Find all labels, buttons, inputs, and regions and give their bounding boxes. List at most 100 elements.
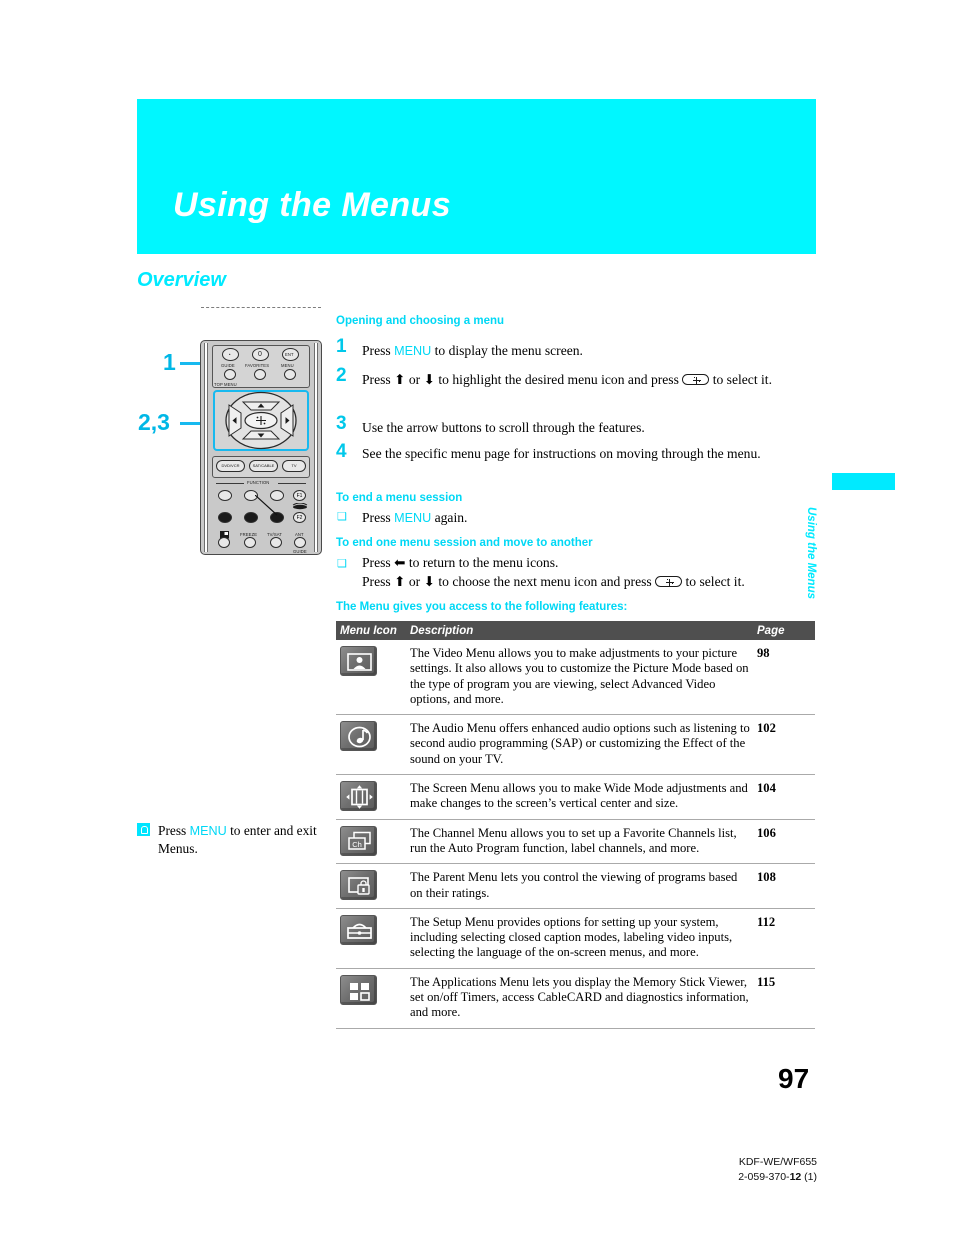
audio-menu-icon [340,721,377,752]
table-cell-description: The Setup Menu provides options for sett… [410,914,733,960]
remote-f2-button: F2 [293,512,306,523]
remote-guide-label: GUIDE [221,363,235,368]
footer-doc-bold: 12 [789,1171,802,1183]
remote-pointer-line [255,495,278,516]
features-table: Menu Icon Description Page The Video Men… [336,621,815,1029]
remote-menu-button [284,369,296,380]
remote-pip-button [218,537,230,548]
move-line2-pre: Press ⬆ or ⬇ to choose the next menu ico… [362,574,656,589]
tip-keyword: MENU [189,824,227,838]
setup-menu-icon [340,914,377,945]
end-session-keyword: MENU [394,511,432,525]
table-cell-icon [336,781,410,812]
table-row: The Setup Menu provides options for sett… [336,909,815,969]
lightbulb-icon [137,823,150,836]
step-number-3: 3 [336,413,347,434]
remote-sat-cable-button: SAT/CABLE [249,460,278,472]
table-cell-icon [336,870,410,901]
remote-control-illustration: • 0 ENT GUIDE FAVORITES MENU TOP MENU DV… [200,340,322,555]
remote-ent-label: ENT [285,352,294,357]
remote-dvd-vcr-button: DVD/VCR [216,460,245,472]
remote-dpad-graphic [225,391,297,450]
end-session-post: again. [431,510,468,525]
remote-favorites-label: FAVORITES [245,363,270,368]
remote-top-menu-label: TOP MENU [214,382,237,387]
footer-info: KDF-WE/WF655 2-059-370-12 (1) [738,1155,817,1185]
select-button-glyph [682,374,710,385]
table-row: The Audio Menu offers enhanced audio opt… [336,715,815,776]
table-cell-icon [336,974,410,1021]
table-cell-description: The Video Menu allows you to make adjust… [410,646,749,706]
table-cell-icon [336,646,410,707]
opening-menu-heading: Opening and choosing a menu [336,315,505,327]
remote-freeze-button [244,537,256,548]
table-cell-description: The Channel Menu allows you to set up a … [410,825,737,855]
footer-model: KDF-WE/WF655 [738,1156,817,1168]
table-cell-page: 102 [757,721,776,736]
remote-zero-label: 0 [258,351,262,358]
table-row: The Video Menu allows you to make adjust… [336,640,815,716]
table-cell-icon [336,721,410,767]
table-cell-page: 112 [757,914,776,929]
remote-favorites-button [254,369,266,380]
table-header-row: Menu Icon Description Page [336,621,815,640]
remote-stop-button [218,512,232,523]
remote-rewind-button [218,490,232,501]
table-cell-page: 106 [757,825,776,840]
step-text-1: Press MENU to display the menu screen. [362,341,817,361]
crop-dashed-line [201,307,321,308]
page-title: Using the Menus [173,186,452,224]
step-text-4: See the specific menu page for instructi… [362,446,761,461]
step1-keyword: MENU [394,344,432,358]
select-button-glyph-2 [655,576,683,587]
svg-text:Ch: Ch [352,840,362,849]
move-session-line2: Press ⬆ or ⬇ to choose the next menu ico… [362,572,812,591]
screen-menu-icon [340,781,377,812]
move-session-heading: To end one menu session and move to anot… [336,537,593,549]
table-row: The Parent Menu lets you control the vie… [336,864,815,909]
table-cell-description: The Parent Menu lets you control the vie… [410,870,738,900]
move-session-line1: Press ⬅ to return to the menu icons. [362,555,559,570]
remote-tv-button: TV [282,460,306,472]
channel-menu-icon: Ch [340,825,377,856]
table-cell-description: The Audio Menu offers enhanced audio opt… [410,721,750,766]
step2-post: to select it. [709,372,772,387]
table-header-description: Description [410,624,474,637]
remote-function-rule-left [216,483,244,484]
remote-menu-label: MENU [281,363,294,368]
remote-f1-button: F1 [293,490,306,501]
tip-pre: Press [158,823,190,838]
table-header-menu-icon: Menu Icon [340,624,397,637]
footer-doc-prefix: 2-059-370- [738,1171,790,1183]
table-row: The Applications Menu lets you display t… [336,969,815,1029]
sidebar-tab-marker [832,473,895,490]
chapter-banner [137,99,816,254]
page-number: 97 [778,1063,810,1094]
remote-guide-bottom-label: GUIDE [293,549,307,554]
features-heading: The Menu gives you access to the followi… [336,601,628,613]
table-row: The Screen Menu allows you to make Wide … [336,775,815,820]
step1-pre: Press [362,343,395,358]
callout-number-1: 1 [163,349,176,375]
step1-post: to display the menu screen. [431,343,583,358]
table-cell-description: The Screen Menu allows you to make Wide … [410,781,748,811]
table-cell-icon [336,914,410,961]
remote-ant-button [294,537,306,548]
end-session-heading: To end a menu session [336,492,463,504]
table-cell-page: 115 [757,974,776,989]
remote-guide-button [224,369,236,380]
remote-ir-emitter-icon [292,503,308,510]
callout-number-2-3: 2,3 [138,409,170,435]
remote-side-left [204,343,208,552]
remote-side-right [314,343,318,552]
footer-doc-number: 2-059-370-12 (1) [738,1170,817,1185]
applications-menu-icon [340,974,377,1005]
section-heading: Overview [137,269,226,291]
step-number-1: 1 [336,336,347,357]
table-cell-description: The Applications Menu lets you display t… [410,974,749,1020]
step-text-3: Use the arrow buttons to scroll through … [362,420,645,435]
table-cell-icon: Ch [336,825,410,857]
parent-menu-icon [340,870,377,901]
table-cell-page: 104 [757,781,776,796]
sidebar-tab-label: Using the Menus [805,507,817,600]
